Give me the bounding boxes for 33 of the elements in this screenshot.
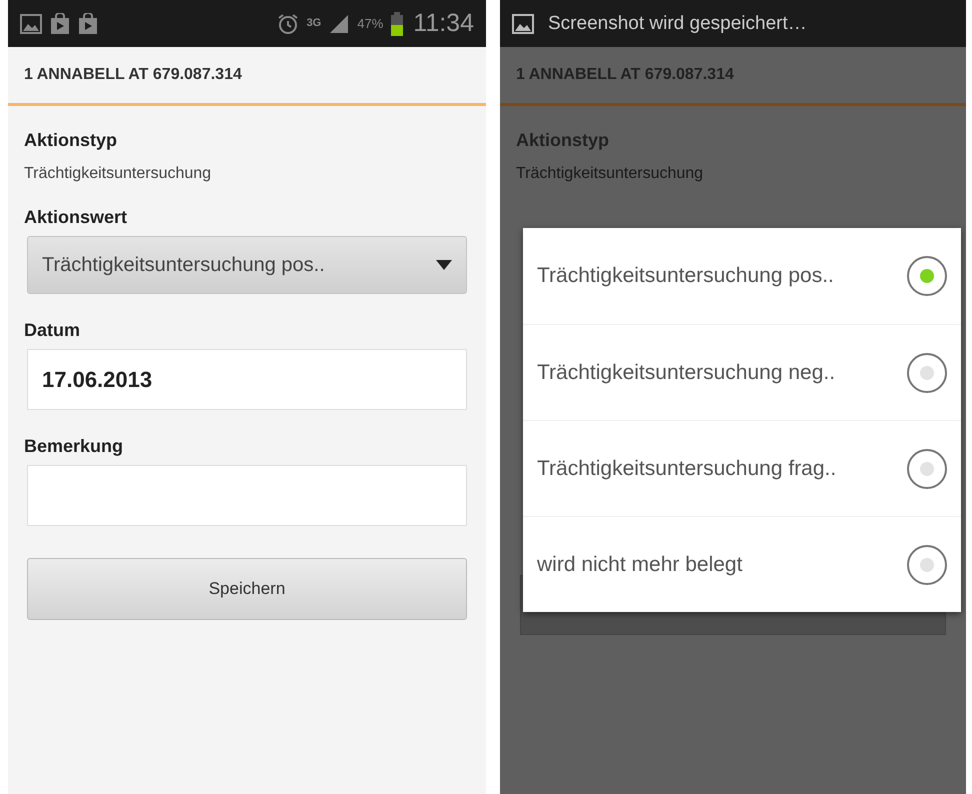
- dropdown-caret-icon: [436, 260, 452, 270]
- clock-time: 11:34: [413, 9, 474, 38]
- network-type: 3G: [306, 18, 322, 29]
- battery-percent: 47%: [357, 16, 384, 31]
- text-input[interactable]: 17.06.2013: [27, 349, 467, 410]
- field-label: Aktionswert: [24, 207, 128, 228]
- radio-button[interactable]: [907, 544, 947, 584]
- play-bag-icon: [50, 12, 70, 34]
- field-label: Aktionstyp: [516, 130, 610, 151]
- battery-icon: [391, 12, 404, 36]
- field-label: Bemerkung: [24, 436, 124, 457]
- field-label: Aktionstyp: [24, 130, 118, 151]
- notification-text: Screenshot wird gespeichert…: [548, 12, 807, 34]
- radio-button[interactable]: [907, 352, 947, 392]
- alarm-clock-icon: [276, 12, 299, 34]
- play-bag-icon: [78, 12, 98, 34]
- option-item[interactable]: wird nicht mehr belegt: [523, 516, 961, 612]
- radio-button[interactable]: [907, 256, 947, 296]
- text-input[interactable]: [27, 465, 467, 526]
- page-title: 1 ANNABELL AT 679.087.314: [8, 47, 486, 106]
- option-item[interactable]: Trächtigkeitsuntersuchung pos..: [523, 228, 961, 324]
- signal-icon: [329, 14, 350, 34]
- field-value: Trächtigkeitsuntersuchung: [516, 165, 704, 183]
- radio-button[interactable]: [907, 448, 947, 488]
- field-label: Datum: [24, 320, 82, 341]
- picture-icon: [512, 14, 534, 34]
- option-item[interactable]: Trächtigkeitsuntersuchung neg..: [523, 324, 961, 420]
- field-value: Trächtigkeitsuntersuchung: [24, 165, 212, 183]
- page-title: 1 ANNABELL AT 679.087.314: [500, 47, 966, 106]
- picture-icon: [20, 14, 42, 34]
- save-button[interactable]: Speichern: [27, 558, 467, 620]
- select-field[interactable]: Trächtigkeitsuntersuchung pos..: [27, 236, 467, 294]
- option-item[interactable]: Trächtigkeitsuntersuchung frag..: [523, 420, 961, 516]
